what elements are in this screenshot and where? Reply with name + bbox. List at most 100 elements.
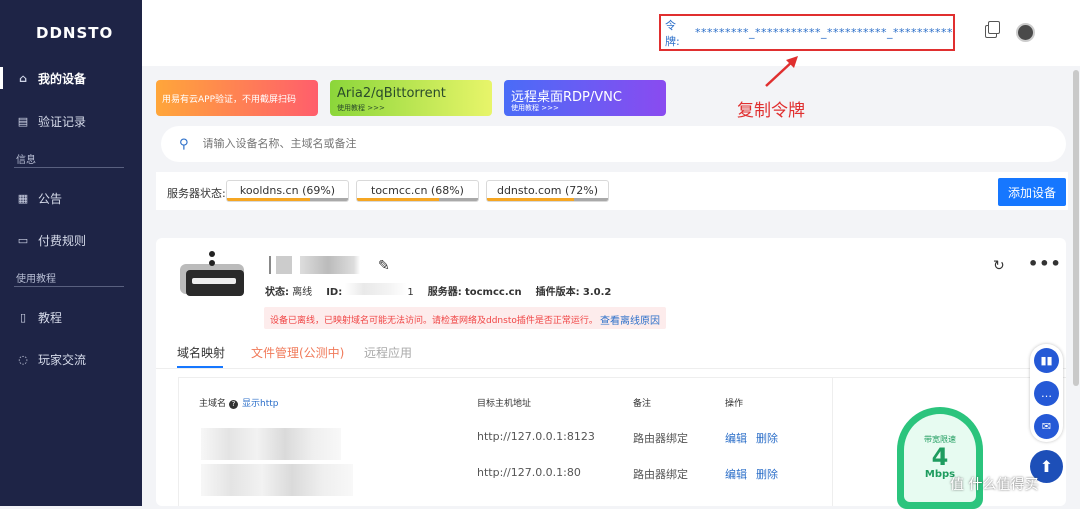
server-value: tocmcc.cn [464,287,522,298]
tab-file-management[interactable]: 文件管理(公测中) [251,344,344,361]
banner-subtitle: 使用教程 >>> [337,104,385,112]
delete-button[interactable]: 删除 [756,430,778,446]
active-tab-indicator [177,366,223,368]
sidebar-item-tutorial[interactable]: ▯ 教程 [0,304,142,330]
server-kooldns: kooldns.cn (69%) [226,180,349,202]
speed-label: 带宽限速 [924,435,956,444]
edit-button[interactable]: 编辑 [725,466,747,482]
header-domain: 主域名? 显示http [199,399,279,409]
header-note: 备注 [633,399,652,409]
device-card: ✎ 状态: 离线 ID: 1 服务器: tocmcc.cn 插件版本: 3.0.… [156,238,1066,509]
section-label-info: 信息 [16,155,36,166]
id-label: ID: [326,287,343,298]
sidebar-item-label: 我的设备 [38,71,87,86]
token-label: 令牌: [665,18,680,48]
divider [14,167,124,168]
more-icon[interactable]: ••• [1028,254,1062,273]
sidebar-item-my-devices[interactable]: ⌂ 我的设备 [0,65,142,91]
server-name: tocmcc.cn (68%) [371,184,464,197]
sidebar-item-label: 付费规则 [38,233,87,248]
note-value: 路由器绑定 [633,468,688,481]
target-address: http://127.0.0.1:80 [477,466,581,479]
plugin-label: 插件版本: [535,287,580,298]
card-icon: ▭ [17,233,29,247]
sidebar-item-label: 玩家交流 [38,352,87,367]
avatar-icon[interactable] [1016,23,1035,42]
speed-value: 4 [931,443,949,471]
banner-aria2[interactable]: Aria2/qBittorrent 使用教程 >>> [330,80,492,116]
device-info: 状态: 离线 ID: 1 服务器: tocmcc.cn 插件版本: 3.0.2 [265,283,611,298]
floating-toolbar: ▮▮ … ✉ [1030,344,1063,442]
banner-title: Aria2/qBittorrent [337,86,446,101]
token-value[interactable]: *********_***********_**********_*******… [695,26,953,39]
document-icon: ▤ [17,114,29,128]
section-label-tutorial: 使用教程 [16,274,56,285]
plugin-value: 3.0.2 [582,287,612,298]
load-bar-fill [357,198,440,201]
sidebar-item-verify-records[interactable]: ▤ 验证记录 [0,108,142,134]
target-address: http://127.0.0.1:8123 [477,430,595,443]
annotation-arrow-icon [765,56,798,87]
watermark: 值 什么值得买 [950,477,1039,493]
sidebar: DDNSTO ⌂ 我的设备 ▤ 验证记录 信息 ▦ 公告 ▭ 付费规则 使用教程… [0,0,142,506]
search-input[interactable] [202,138,803,150]
calendar-icon: ▦ [17,191,29,205]
device-name [264,256,360,274]
sidebar-item-pricing[interactable]: ▭ 付费规则 [0,227,142,253]
edit-button[interactable]: 编辑 [725,430,747,446]
domain-blurred [201,464,353,496]
banner-app-verify[interactable]: 用易有云APP验证，不用截屏扫码 [156,80,318,116]
offline-reason-link[interactable]: 查看离线原因 [600,312,660,327]
book-icon: ▯ [19,310,27,324]
app-logo: DDNSTO [36,24,114,42]
refresh-icon[interactable]: ↻ [993,258,1005,274]
server-status-row: 服务器状态: kooldns.cn (69%) tocmcc.cn (68%) … [156,172,1068,210]
panel-icon[interactable]: ▮▮ [1034,348,1059,373]
domain-table: 主域名? 显示http 目标主机地址 备注 操作 http://127.0.0.1… [178,377,833,506]
token-display[interactable]: 令牌: *********_***********_**********_***… [659,14,955,51]
offline-warning: 设备已离线，已映射域名可能无法访问。请检查网络及ddnsto插件是否正常运行。 … [264,307,666,329]
mail-icon[interactable]: ✉ [1034,414,1059,439]
status-value: 离线 [292,287,313,298]
divider [14,286,124,287]
header-target: 目标主机地址 [477,399,532,409]
search-bar: ⚲ [161,126,1066,162]
annotation-text: 复制令牌 [737,101,805,121]
help-icon[interactable]: ? [229,400,239,409]
load-bar-fill [487,198,575,201]
sidebar-item-announcements[interactable]: ▦ 公告 [0,185,142,211]
sidebar-item-label: 验证记录 [38,114,87,129]
server-status-label: 服务器状态: [167,187,226,200]
status-label: 状态: [265,287,289,298]
show-http-link[interactable]: 显示http [242,399,278,409]
banner-title: 用易有云APP验证，不用截屏扫码 [162,95,297,105]
delete-button[interactable]: 删除 [756,466,778,482]
router-icon [180,251,244,296]
id-value: 1 [407,287,414,298]
chat-bubble-icon[interactable]: … [1034,381,1059,406]
warning-text: 设备已离线，已映射域名可能无法访问。请检查网络及ddnsto插件是否正常运行。 [270,316,598,326]
note-value: 路由器绑定 [633,432,688,445]
server-ddnsto: ddnsto.com (72%) [486,180,609,202]
sidebar-item-label: 教程 [38,310,63,325]
tab-remote-apps[interactable]: 远程应用 [364,344,412,361]
banner-rdp[interactable]: 远程桌面RDP/VNC 使用教程 >>> [504,80,666,116]
sidebar-item-label: 公告 [38,191,63,206]
tab-divider [156,368,1066,369]
server-name: kooldns.cn (69%) [239,184,336,197]
search-icon: ⚲ [179,136,189,152]
tab-domain-mapping[interactable]: 域名映射 [177,344,225,361]
server-label: 服务器: [427,287,462,298]
scrollbar[interactable] [1073,70,1079,386]
device-id-blurred [345,283,408,295]
server-tocmcc: tocmcc.cn (68%) [356,180,479,202]
edit-icon[interactable]: ✎ [378,258,390,274]
header-action: 操作 [725,399,744,409]
copy-icon[interactable] [985,21,1000,38]
home-icon: ⌂ [19,71,27,85]
load-bar-fill [227,198,311,201]
sidebar-item-community[interactable]: ◌ 玩家交流 [0,346,142,372]
domain-blurred [201,428,341,460]
server-name: ddnsto.com (72%) [496,184,599,197]
add-device-button[interactable]: 添加设备 [998,178,1066,206]
